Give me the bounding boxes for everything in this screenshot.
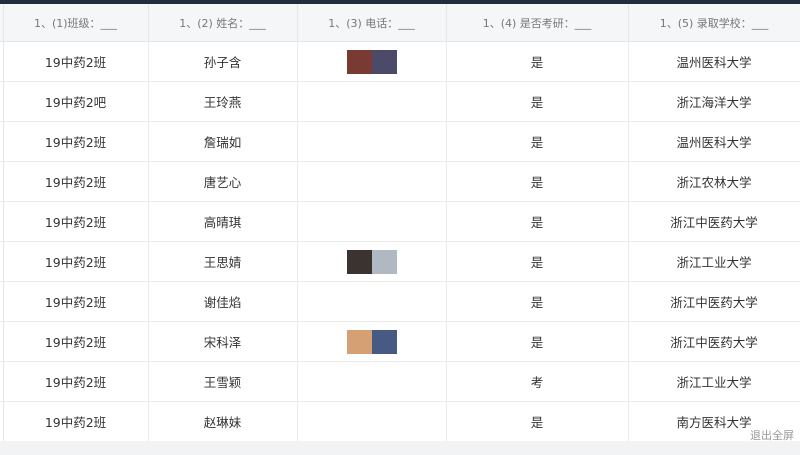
redaction-mask: [297, 162, 445, 201]
cell-school: 温州医科大学: [628, 41, 800, 82]
column-header-phone[interactable]: 1、(3) 电话：___: [297, 4, 447, 42]
cell-name: 王玲燕: [148, 81, 298, 122]
cell-phone-redacted: [297, 81, 447, 122]
cell-class: 19中药2吧: [3, 81, 149, 122]
redaction-swatch-pair: [346, 329, 397, 354]
redaction-swatch: [371, 329, 397, 354]
cell-class: 19中药2班: [3, 361, 149, 402]
cell-phone-redacted: [297, 41, 447, 82]
table-row[interactable]: 19中药2班 唐艺心 是浙江农林大学: [0, 161, 800, 202]
cell-exam: 是: [446, 81, 629, 122]
redaction-mask: [297, 362, 445, 401]
cell-school: 浙江工业大学: [628, 361, 800, 402]
column-header-exam[interactable]: 1、(4) 是否考研：___: [446, 4, 629, 42]
cell-exam: 是: [446, 241, 629, 282]
cell-class: 19中药2班: [3, 41, 149, 82]
exit-fullscreen-hint[interactable]: 退出全屏: [750, 427, 794, 441]
cell-exam: 是: [446, 401, 629, 441]
cell-class: 19中药2班: [3, 201, 149, 242]
cell-name: 赵琳妹: [148, 401, 298, 441]
column-header-school[interactable]: 1、(5) 录取学校：___: [628, 4, 800, 42]
cell-class: 19中药2班: [3, 161, 149, 202]
table-row[interactable]: 19中药2班 谢佳焰 是浙江中医药大学: [0, 281, 800, 322]
cell-name: 唐艺心: [148, 161, 298, 202]
redaction-mask: [297, 282, 445, 321]
redaction-swatch-pair: [346, 49, 397, 74]
table-row[interactable]: 19中药2吧 王玲燕 是浙江海洋大学: [0, 81, 800, 122]
cell-name: 王雪颖: [148, 361, 298, 402]
cell-name: 谢佳焰: [148, 281, 298, 322]
table-header-row: 1、(1)班级：___ 1、(2) 姓名：___ 1、(3) 电话：___ 1、…: [0, 4, 800, 42]
cell-exam: 考: [446, 361, 629, 402]
cell-name: 王思婧: [148, 241, 298, 282]
redaction-swatch-pair: [346, 249, 397, 274]
cell-phone-redacted: [297, 201, 447, 242]
cell-exam: 是: [446, 121, 629, 162]
cell-exam: 是: [446, 41, 629, 82]
table-row[interactable]: 19中药2班 詹瑞如 是温州医科大学: [0, 121, 800, 162]
cell-phone-redacted: [297, 241, 447, 282]
redaction-mask: [297, 402, 445, 441]
cell-phone-redacted: [297, 281, 447, 322]
cell-name: 詹瑞如: [148, 121, 298, 162]
column-header-name[interactable]: 1、(2) 姓名：___: [148, 4, 298, 42]
redaction-swatch: [346, 49, 372, 74]
table-row[interactable]: 19中药2班 宋科泽 是浙江中医药大学: [0, 321, 800, 362]
cell-class: 19中药2班: [3, 281, 149, 322]
cell-exam: 是: [446, 321, 629, 362]
cell-school: 浙江中医药大学: [628, 281, 800, 322]
column-header-class[interactable]: 1、(1)班级：___: [3, 4, 149, 42]
cell-name: 宋科泽: [148, 321, 298, 362]
cell-school: 温州医科大学: [628, 121, 800, 162]
cell-school: 浙江中医药大学: [628, 321, 800, 362]
cell-class: 19中药2班: [3, 121, 149, 162]
table-row[interactable]: 19中药2班 王思婧 是浙江工业大学: [0, 241, 800, 282]
cell-phone-redacted: [297, 161, 447, 202]
cell-exam: 是: [446, 161, 629, 202]
cell-school: 浙江中医药大学: [628, 201, 800, 242]
cell-name: 高晴琪: [148, 201, 298, 242]
cell-class: 19中药2班: [3, 321, 149, 362]
cell-phone-redacted: [297, 361, 447, 402]
cell-school: 浙江农林大学: [628, 161, 800, 202]
redaction-swatch: [371, 49, 397, 74]
cell-school: 浙江海洋大学: [628, 81, 800, 122]
data-table: 1、(1)班级：___ 1、(2) 姓名：___ 1、(3) 电话：___ 1、…: [0, 4, 800, 441]
redaction-mask: [297, 202, 445, 241]
redaction-swatch: [346, 249, 372, 274]
cell-phone-redacted: [297, 401, 447, 441]
table-row[interactable]: 19中药2班 高晴琪 是浙江中医药大学: [0, 201, 800, 242]
table-row[interactable]: 19中药2班 孙子含 是温州医科大学: [0, 41, 800, 82]
table-row[interactable]: 19中药2班 王雪颖 考浙江工业大学: [0, 361, 800, 402]
table-row[interactable]: 19中药2班 赵琳妹是南方医科大学: [0, 401, 800, 441]
redaction-mask: [297, 82, 445, 121]
redaction-mask: [297, 122, 445, 161]
cell-school: 浙江工业大学: [628, 241, 800, 282]
cell-class: 19中药2班: [3, 241, 149, 282]
cell-exam: 是: [446, 281, 629, 322]
cell-name: 孙子含: [148, 41, 298, 82]
cell-phone-redacted: [297, 321, 447, 362]
redaction-swatch: [371, 249, 397, 274]
data-table-container: 1、(1)班级：___ 1、(2) 姓名：___ 1、(3) 电话：___ 1、…: [0, 4, 800, 441]
cell-exam: 是: [446, 201, 629, 242]
cell-phone-redacted: [297, 121, 447, 162]
redaction-swatch: [346, 329, 372, 354]
cell-class: 19中药2班: [3, 401, 149, 441]
